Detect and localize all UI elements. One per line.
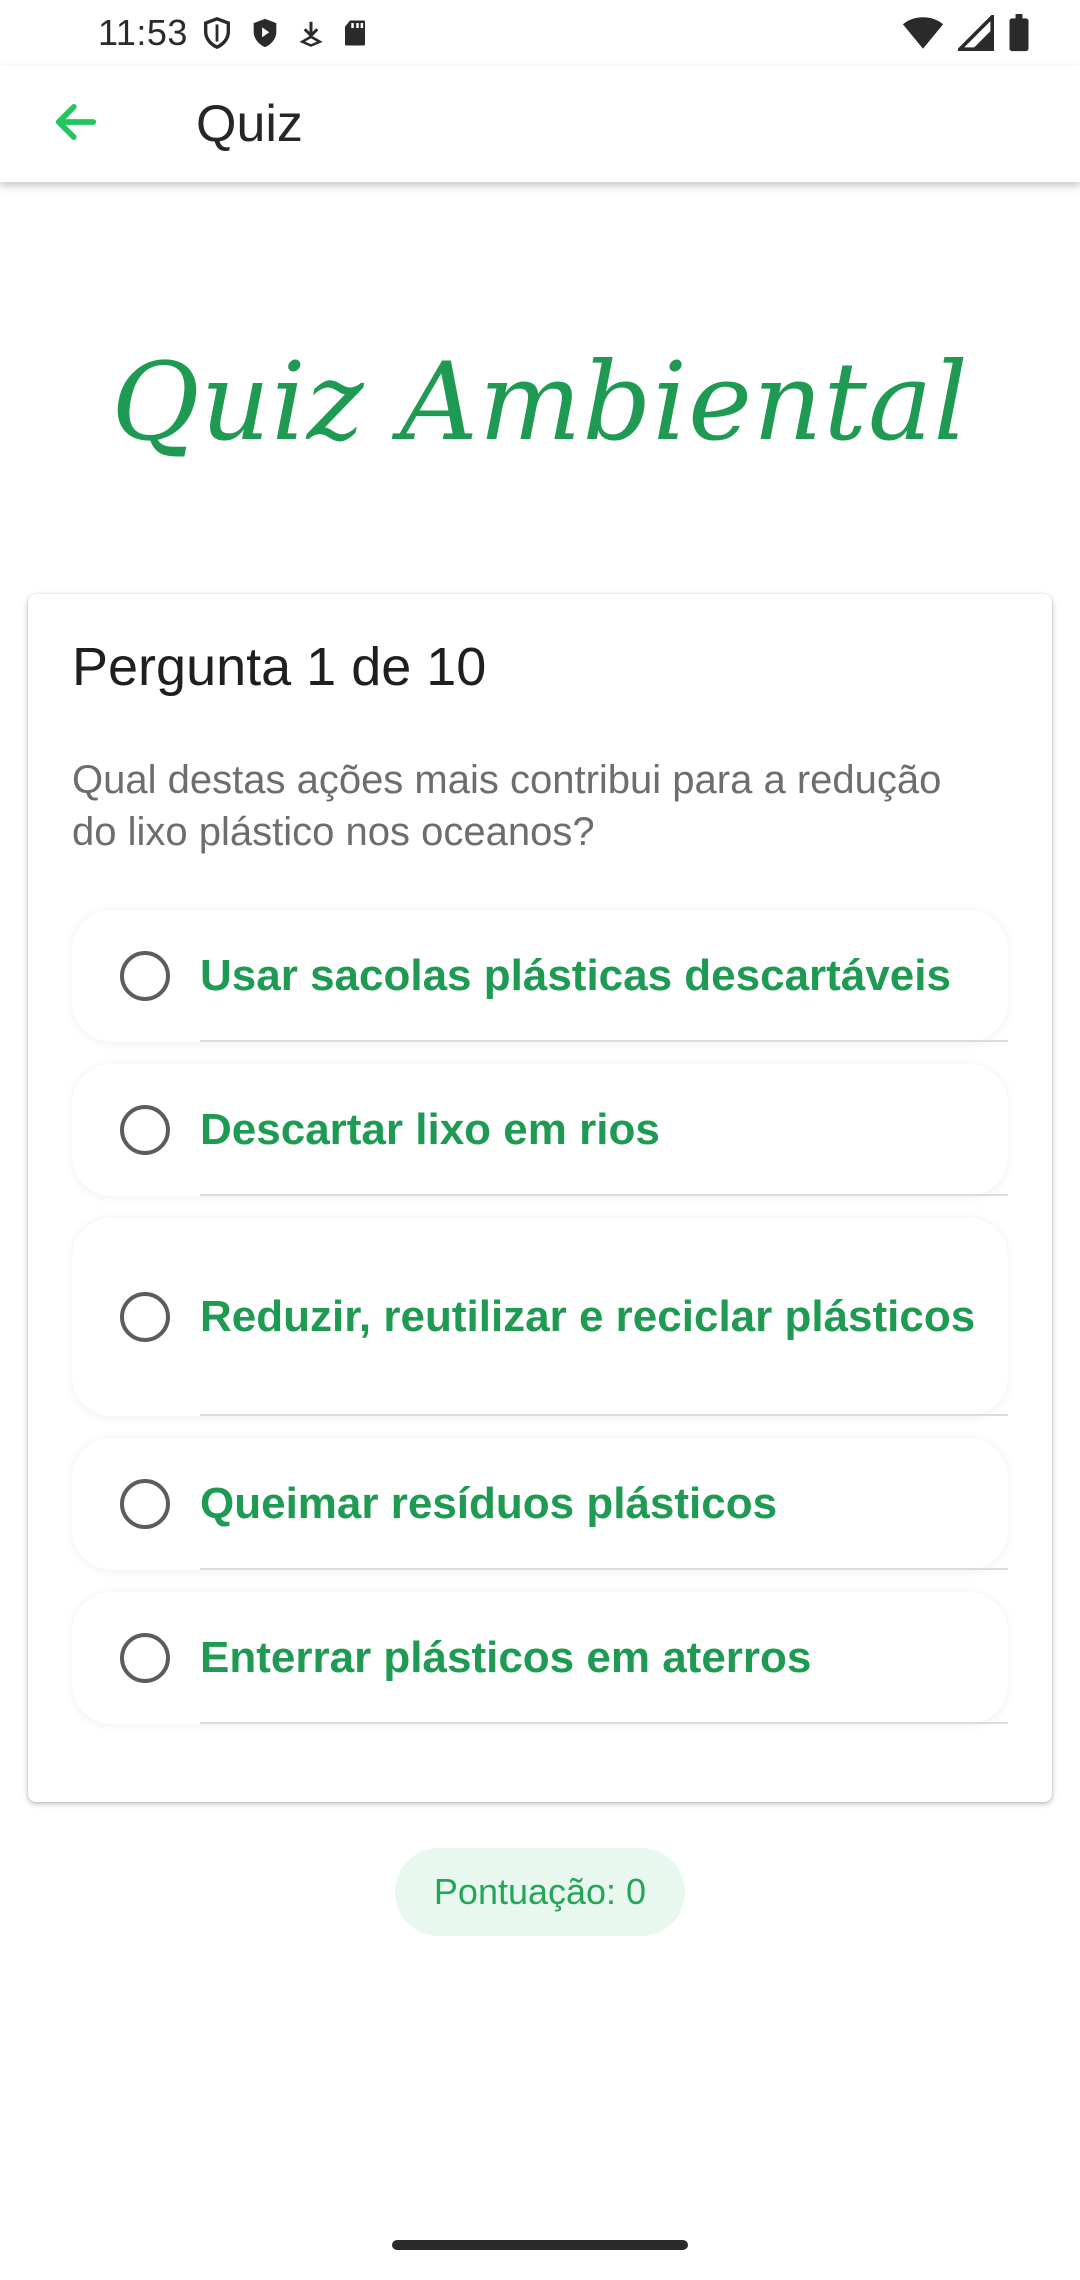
app-bar: Quiz	[0, 66, 1080, 182]
radio-button[interactable]	[120, 1292, 170, 1342]
arrow-back-icon	[50, 96, 102, 153]
shield-play-icon	[248, 15, 282, 51]
wifi-icon	[902, 15, 944, 51]
question-card: Pergunta 1 de 10 Qual destas ações mais …	[28, 594, 1052, 1802]
answer-option-label: Queimar resíduos plásticos	[200, 1479, 778, 1528]
status-icons-right	[902, 14, 1030, 52]
status-bar: 11:53	[0, 0, 1080, 66]
score-badge: Pontuação: 0	[395, 1848, 685, 1936]
radio-button[interactable]	[120, 951, 170, 1001]
download-icon	[296, 15, 326, 51]
battery-icon	[1008, 14, 1030, 52]
radio-button[interactable]	[120, 1479, 170, 1529]
shield-outline-icon	[200, 15, 234, 51]
status-icons-left	[200, 15, 370, 51]
divider	[200, 1568, 1008, 1570]
answer-option[interactable]: Descartar lixo em rios	[72, 1064, 1008, 1196]
signal-icon	[958, 15, 994, 51]
back-button[interactable]	[16, 66, 136, 182]
quiz-logo-title: Quiz Ambiental	[111, 340, 969, 465]
answer-option[interactable]: Queimar resíduos plásticos	[72, 1438, 1008, 1570]
answer-option[interactable]: Usar sacolas plásticas descartáveis	[72, 910, 1008, 1042]
radio-button[interactable]	[120, 1105, 170, 1155]
divider	[200, 1040, 1008, 1042]
answer-option-label: Enterrar plásticos em aterros	[200, 1633, 812, 1682]
sd-card-icon	[340, 15, 370, 51]
divider	[200, 1194, 1008, 1196]
app-bar-title: Quiz	[196, 95, 303, 153]
divider	[200, 1722, 1008, 1724]
answer-option-label: Reduzir, reutilizar e reciclar plásticos	[200, 1292, 976, 1341]
answer-option-label: Descartar lixo em rios	[200, 1105, 660, 1154]
answer-option[interactable]: Enterrar plásticos em aterros	[72, 1592, 1008, 1724]
status-time: 11:53	[98, 12, 188, 53]
answer-options: Usar sacolas plásticas descartáveis Desc…	[72, 910, 1008, 1746]
question-text: Qual destas ações mais contribui para a …	[72, 758, 942, 854]
home-indicator[interactable]	[392, 2240, 688, 2250]
answer-option-label: Usar sacolas plásticas descartáveis	[200, 951, 951, 1000]
question-counter: Pergunta 1 de 10	[72, 637, 487, 697]
divider	[200, 1414, 1008, 1416]
answer-option[interactable]: Reduzir, reutilizar e reciclar plásticos	[72, 1218, 1008, 1416]
radio-button[interactable]	[120, 1633, 170, 1683]
